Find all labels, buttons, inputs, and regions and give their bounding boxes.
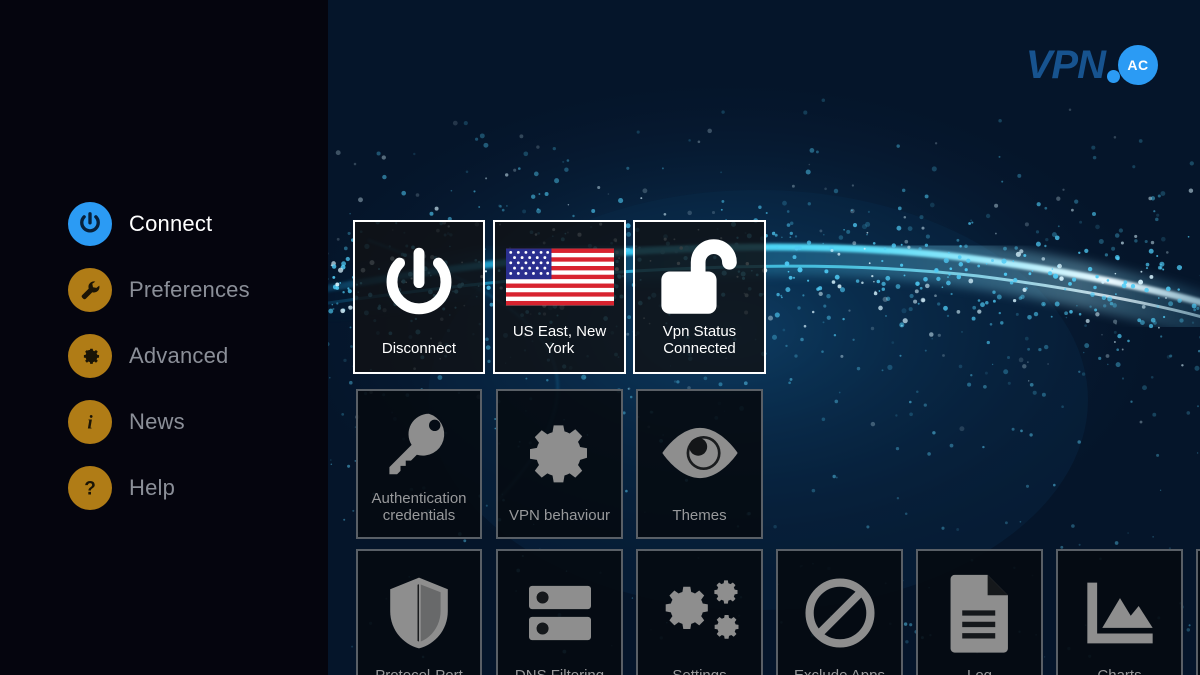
eye-icon — [638, 391, 761, 508]
key-icon — [358, 391, 480, 491]
power-icon — [68, 202, 112, 246]
sidebar-item-connect[interactable]: Connect — [68, 202, 250, 246]
tile-disconnect[interactable]: Disconnect — [353, 220, 485, 374]
tile-label: US East, New York — [512, 323, 607, 358]
sidebar: Connect Preferences Advanced i News ? He… — [0, 0, 328, 675]
sidebar-item-preferences[interactable]: Preferences — [68, 268, 250, 312]
question-icon: ? — [68, 466, 112, 510]
shield-icon — [358, 551, 480, 668]
tile-label: Exclude Apps — [778, 667, 901, 675]
sidebar-item-label: Help — [129, 475, 176, 500]
sidebar-item-label: News — [129, 409, 185, 434]
tile-label: Log — [918, 667, 1041, 675]
tile-label: DNS Filtering — [498, 667, 621, 675]
unlock-icon — [635, 222, 764, 324]
logo-badge: AC — [1118, 45, 1158, 85]
tile-label: Themes — [672, 507, 727, 525]
power-icon — [355, 222, 483, 341]
sidebar-item-label: Connect — [129, 211, 213, 236]
gear-icon — [498, 391, 621, 508]
tile-vpn-behaviour[interactable]: VPN behaviour — [496, 389, 623, 539]
tile-label: Settings — [638, 667, 761, 675]
tile-label: Authentication credentials — [371, 490, 467, 525]
tile-label: Charts — [1058, 667, 1181, 675]
vpn-app-window: Connect Preferences Advanced i News ? He… — [0, 0, 1200, 675]
sidebar-item-label: Preferences — [129, 277, 250, 302]
tile-label: Protocol-Port — [358, 667, 480, 675]
block-icon — [778, 551, 901, 668]
tile-protocol-port[interactable]: Protocol-Port — [356, 549, 482, 675]
sidebar-item-help[interactable]: ? Help — [68, 466, 250, 510]
sidebar-nav: Connect Preferences Advanced i News ? He… — [68, 202, 250, 510]
tile-log[interactable]: Log — [916, 549, 1043, 675]
area-chart-icon — [1058, 551, 1181, 668]
us-flag-icon — [495, 222, 624, 324]
tile-label: Disconnect — [381, 340, 457, 358]
svg-text:?: ? — [84, 479, 96, 500]
logo-badge-label: AC — [1127, 57, 1149, 73]
info-icon: i — [68, 400, 112, 444]
accent-dot-icon — [1107, 70, 1120, 83]
tile-vpn-status[interactable]: Vpn Status Connected — [633, 220, 766, 374]
vpn-ac-logo: VPN AC — [1026, 45, 1158, 85]
tile-label: Vpn Status Connected — [662, 323, 737, 358]
tile-grid: Disconnect US East, New York Vpn Status … — [328, 0, 1200, 675]
tile-charts[interactable]: Charts — [1056, 549, 1183, 675]
tile-label: VPN behaviour — [509, 507, 610, 525]
wrench-icon — [68, 268, 112, 312]
tile-overflow-partial[interactable] — [1196, 549, 1200, 675]
tile-exclude-apps[interactable]: Exclude Apps — [776, 549, 903, 675]
main-content: VPN AC Disconnect US East, New York Vpn … — [328, 0, 1200, 675]
tile-authentication-credentials[interactable]: Authentication credentials — [356, 389, 482, 539]
sidebar-item-label: Advanced — [129, 343, 229, 368]
tile-themes[interactable]: Themes — [636, 389, 763, 539]
svg-text:i: i — [87, 413, 93, 434]
sidebar-item-advanced[interactable]: Advanced — [68, 334, 250, 378]
document-icon — [918, 551, 1041, 668]
server-icon — [498, 551, 621, 668]
tile-server-location[interactable]: US East, New York — [493, 220, 626, 374]
logo-text: VPN — [1025, 43, 1106, 87]
tile-settings[interactable]: Settings — [636, 549, 763, 675]
tile-dns-filtering[interactable]: DNS Filtering — [496, 549, 623, 675]
gears-icon — [638, 551, 761, 668]
sidebar-item-news[interactable]: i News — [68, 400, 250, 444]
gear-icon — [68, 334, 112, 378]
